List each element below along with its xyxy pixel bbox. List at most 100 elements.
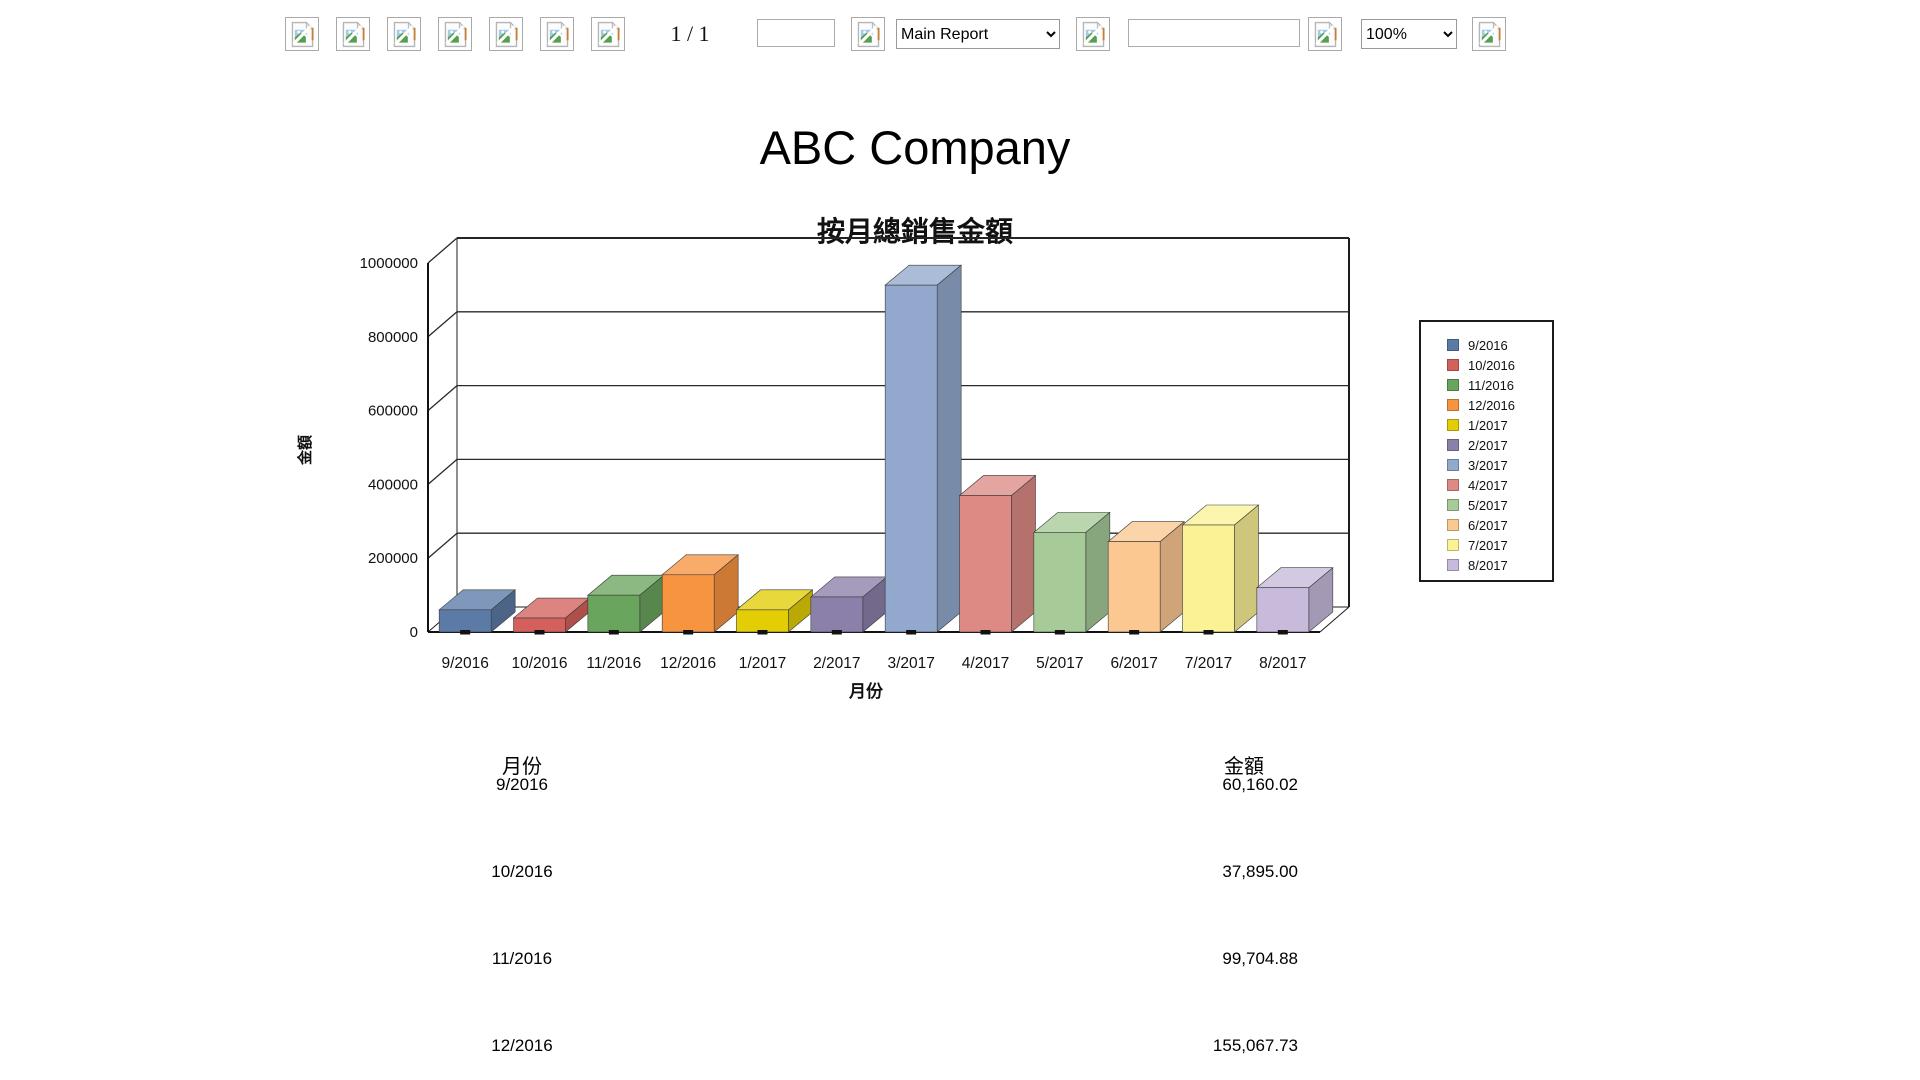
- legend-entry: 3/2017: [1447, 455, 1552, 475]
- broken-image-icon: [495, 21, 518, 48]
- table-cell-month: 11/2016: [422, 949, 622, 969]
- page-indicator: 1 / 1: [648, 17, 732, 51]
- broken-image-icon: [597, 21, 620, 48]
- legend-swatch: [1447, 559, 1459, 571]
- x-tick-label: 11/2016: [586, 655, 641, 672]
- bar-3/2017: [885, 265, 961, 632]
- legend-label: 4/2017: [1468, 479, 1508, 492]
- legend-entry: 4/2017: [1447, 475, 1552, 495]
- report-title: ABC Company: [420, 120, 1410, 175]
- legend-label: 7/2017: [1468, 539, 1508, 552]
- first-page-button[interactable]: [438, 17, 472, 51]
- bar-4/2017: [960, 475, 1036, 632]
- legend-swatch: [1447, 439, 1459, 451]
- table-cell-month: 12/2016: [422, 1036, 622, 1056]
- table-cell-amount: 37,895.00: [1096, 862, 1298, 882]
- table-cell-amount: 99,704.88: [1096, 949, 1298, 969]
- broken-image-icon: [444, 21, 467, 48]
- legend-entry: 7/2017: [1447, 535, 1552, 555]
- legend-entry: 1/2017: [1447, 415, 1552, 435]
- toolbar: 1 / 1 Main Report 100%: [0, 0, 1920, 60]
- y-tick-label: 0: [410, 624, 418, 641]
- legend-entry: 2/2017: [1447, 435, 1552, 455]
- table-cell-month: 9/2016: [422, 775, 622, 795]
- legend-swatch: [1447, 519, 1459, 531]
- legend-swatch: [1447, 459, 1459, 471]
- sales-by-month-chart: 按月總銷售金額020000040000060000080000010000009…: [280, 195, 1600, 715]
- x-tick-label: 3/2017: [887, 655, 934, 672]
- x-tick-label: 2/2017: [813, 655, 860, 672]
- legend-swatch: [1447, 479, 1459, 491]
- chart-svg: 按月總銷售金額020000040000060000080000010000009…: [280, 195, 1600, 715]
- legend-entry: 5/2017: [1447, 495, 1552, 515]
- legend-label: 12/2016: [1468, 399, 1515, 412]
- x-axis-title: 月份: [848, 681, 884, 701]
- table-cell-month: 10/2016: [422, 862, 622, 882]
- legend-entry: 6/2017: [1447, 515, 1552, 535]
- next-page-button[interactable]: [540, 17, 574, 51]
- legend-label: 1/2017: [1468, 419, 1508, 432]
- legend-label: 8/2017: [1468, 559, 1508, 572]
- x-tick-label: 7/2017: [1185, 655, 1232, 672]
- x-tick-label: 5/2017: [1036, 655, 1083, 672]
- last-page-button[interactable]: [591, 17, 625, 51]
- legend-swatch: [1447, 399, 1459, 411]
- search-input[interactable]: [1128, 19, 1300, 47]
- bar-5/2017: [1034, 512, 1110, 632]
- legend-label: 9/2016: [1468, 339, 1508, 352]
- x-tick-label: 10/2016: [511, 655, 567, 672]
- previous-page-button[interactable]: [489, 17, 523, 51]
- chart-title: 按月總銷售金額: [817, 215, 1013, 247]
- broken-image-icon: [1478, 21, 1501, 48]
- bar-6/2017: [1108, 522, 1184, 632]
- help-button[interactable]: [1472, 17, 1506, 51]
- goto-page-input[interactable]: [757, 19, 835, 47]
- legend-entry: 10/2016: [1447, 355, 1552, 375]
- table-cell-amount: 155,067.73: [1096, 1036, 1298, 1056]
- x-tick-label: 9/2016: [441, 655, 488, 672]
- y-tick-label: 600000: [368, 403, 418, 420]
- bar-7/2017: [1183, 505, 1259, 632]
- legend-label: 11/2016: [1468, 379, 1514, 392]
- export-button[interactable]: [285, 17, 319, 51]
- legend-label: 10/2016: [1468, 359, 1515, 372]
- y-tick-label: 1000000: [360, 255, 418, 272]
- broken-image-icon: [546, 21, 569, 48]
- legend-label: 5/2017: [1468, 499, 1508, 512]
- legend-swatch: [1447, 499, 1459, 511]
- refresh-button[interactable]: [1076, 17, 1110, 51]
- x-tick-label: 4/2017: [962, 655, 1009, 672]
- go-to-page-button[interactable]: [851, 17, 885, 51]
- broken-image-icon: [1082, 21, 1105, 48]
- toggle-group-tree-button[interactable]: [387, 17, 421, 51]
- y-tick-label: 400000: [368, 476, 418, 493]
- legend-label: 6/2017: [1468, 519, 1508, 532]
- legend-label: 3/2017: [1468, 459, 1508, 472]
- legend-swatch: [1447, 539, 1459, 551]
- zoom-select[interactable]: 100%: [1361, 19, 1457, 49]
- x-tick-label: 12/2016: [660, 655, 716, 672]
- table-cell-amount: 60,160.02: [1096, 775, 1298, 795]
- broken-image-icon: [1314, 21, 1337, 48]
- broken-image-icon: [393, 21, 416, 48]
- y-axis-title: 金額: [296, 435, 314, 466]
- broken-image-icon: [857, 21, 880, 48]
- y-tick-label: 800000: [368, 329, 418, 346]
- report-select[interactable]: Main Report: [896, 19, 1060, 49]
- bar-8/2017: [1257, 568, 1333, 632]
- legend-swatch: [1447, 379, 1459, 391]
- x-tick-label: 1/2017: [739, 655, 786, 672]
- legend-label: 2/2017: [1468, 439, 1508, 452]
- search-button[interactable]: [1308, 17, 1342, 51]
- bar-2/2017: [811, 577, 887, 632]
- legend-swatch: [1447, 419, 1459, 431]
- legend-entry: 11/2016: [1447, 375, 1552, 395]
- broken-image-icon: [291, 21, 314, 48]
- legend-entry: 9/2016: [1447, 335, 1552, 355]
- bar-11/2016: [588, 575, 664, 632]
- x-tick-label: 6/2017: [1110, 655, 1157, 672]
- legend-swatch: [1447, 359, 1459, 371]
- legend-entry: 12/2016: [1447, 395, 1552, 415]
- legend-swatch: [1447, 339, 1459, 351]
- print-button[interactable]: [336, 17, 370, 51]
